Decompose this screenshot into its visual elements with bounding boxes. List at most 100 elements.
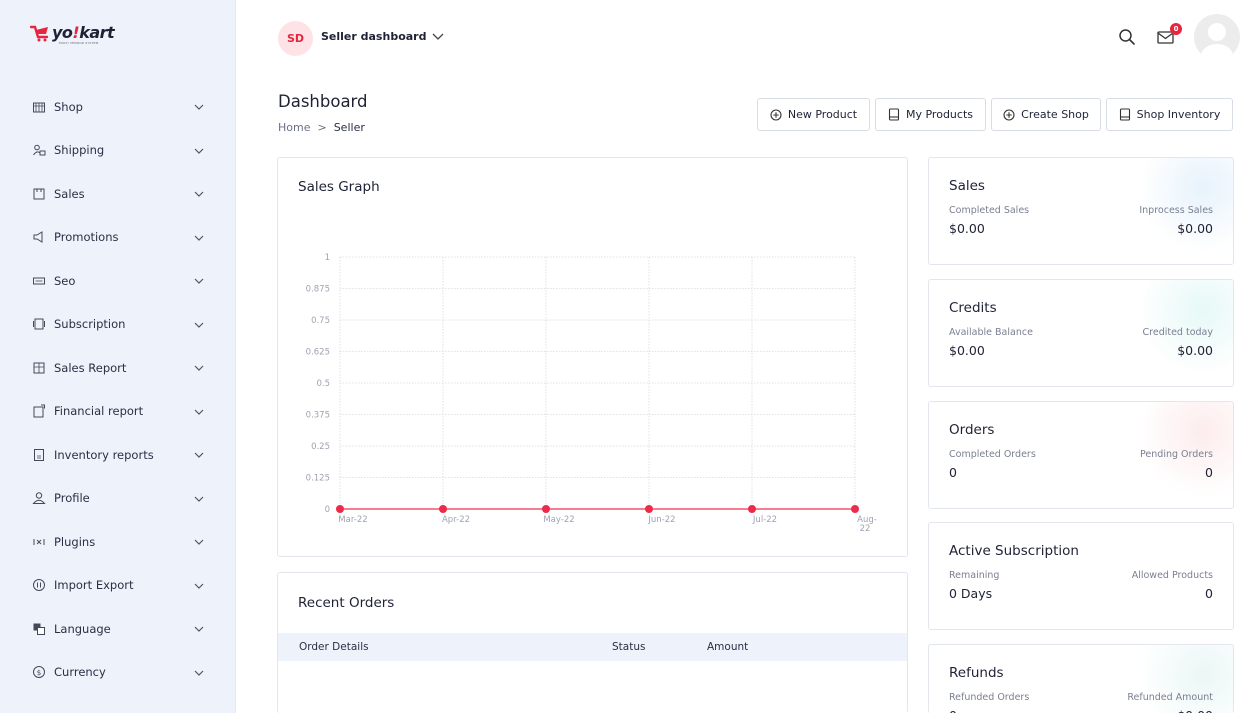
chevron-down-icon[interactable] <box>193 406 205 418</box>
x-tick-label: Apr-22 <box>442 515 470 525</box>
sidebar-item-label: Seo <box>54 273 76 288</box>
active-subscription-left-value: 0 Days <box>949 586 993 601</box>
sidebar: yo!kart MULTI VENDOR SYSTEM Shop Shipping… <box>0 0 236 713</box>
dashboard-switcher[interactable]: Seller dashboard <box>321 30 444 43</box>
plugins-icon <box>32 535 46 549</box>
sidebar-item-shop[interactable]: Shop <box>0 85 236 129</box>
create-shop-label: Create Shop <box>1021 108 1089 121</box>
sidebar-item-subscription[interactable]: Subscription <box>0 303 236 347</box>
sidebar-item-currency[interactable]: $ Currency <box>0 651 236 695</box>
my-products-label: My Products <box>906 108 973 121</box>
data-point <box>542 505 550 513</box>
orders-card: Orders Completed Orders 0 Pending Orders 0 <box>928 401 1234 509</box>
sidebar-item-financial-report[interactable]: Financial report <box>0 390 236 434</box>
messages-button[interactable]: 0 <box>1156 23 1182 46</box>
x-tick-label: May-22 <box>543 515 574 525</box>
create-shop-button[interactable]: Create Shop <box>991 98 1101 131</box>
sidebar-item-plugins[interactable]: Plugins <box>0 520 236 564</box>
sales-left-value: $0.00 <box>949 221 985 236</box>
recent-orders-card: Recent Orders Order Details Status Amoun… <box>277 572 908 713</box>
sales-graph-chart: 1 0.875 0.75 0.625 0.5 0.375 0.25 0.125 0 Mar-22 A… <box>306 253 877 534</box>
credits-left-label: Available Balance <box>949 327 1033 338</box>
chevron-down-icon[interactable] <box>193 667 205 679</box>
sidebar-item-sales-report[interactable]: Sales Report <box>0 346 236 390</box>
breadcrumb-home[interactable]: Home <box>278 121 310 134</box>
breadcrumb-separator: > <box>317 121 327 134</box>
sidebar-item-label: Shop <box>54 99 83 114</box>
chevron-down-icon[interactable] <box>193 623 205 635</box>
top-header: SD Seller dashboard 0 <box>236 0 1249 75</box>
chevron-down-icon[interactable] <box>193 580 205 592</box>
refunds-right-label: Refunded Amount <box>1127 692 1213 703</box>
orders-right-value: 0 <box>1205 465 1213 480</box>
sales-report-icon <box>32 361 46 375</box>
active-subscription-right-value: 0 <box>1205 586 1213 601</box>
sidebar-item-promotions[interactable]: Promotions <box>0 216 236 260</box>
chevron-down-icon[interactable] <box>193 145 205 157</box>
recent-orders-title: Recent Orders <box>298 595 395 611</box>
y-tick-label: 0.75 <box>311 316 330 326</box>
recent-orders-header: Order Details Status Amount <box>278 633 907 661</box>
sidebar-item-label: Sales Report <box>54 360 127 375</box>
megaphone-icon <box>32 230 46 244</box>
x-tick-label: Aug-22 <box>857 515 877 534</box>
data-point <box>748 505 756 513</box>
sales-right-label: Inprocess Sales <box>1139 205 1213 216</box>
chevron-down-icon[interactable] <box>193 101 205 113</box>
sidebar-item-import-export[interactable]: Import Export <box>0 564 236 608</box>
new-product-label: New Product <box>787 108 858 121</box>
chevron-down-icon[interactable] <box>193 536 205 548</box>
active-subscription-card: Active Subscription Remaining 0 Days Allowe… <box>928 522 1234 630</box>
sidebar-item-language[interactable]: Language <box>0 607 236 651</box>
column-amount: Amount <box>707 641 749 653</box>
sidebar-item-seo[interactable]: Seo <box>0 259 236 303</box>
refunds-left-value: 0 <box>949 708 957 713</box>
user-avatar[interactable] <box>1194 14 1240 60</box>
search-icon[interactable] <box>1118 28 1136 46</box>
seller-avatar[interactable]: SD <box>278 21 313 56</box>
data-point <box>645 505 653 513</box>
chevron-down-icon[interactable] <box>193 493 205 505</box>
sidebar-item-shipping[interactable]: Shipping <box>0 129 236 173</box>
y-tick-label: 0.375 <box>306 411 330 421</box>
logo-tagline: MULTI VENDOR SYSTEM <box>59 41 99 45</box>
new-product-button[interactable]: New Product <box>757 98 870 131</box>
y-tick-label: 0.875 <box>306 285 330 295</box>
sidebar-item-inventory-reports[interactable]: Inventory reports <box>0 433 236 477</box>
subscription-icon <box>32 317 46 331</box>
sidebar-item-label: Currency <box>54 665 106 680</box>
chevron-down-icon[interactable] <box>193 449 205 461</box>
sidebar-item-sales[interactable]: Sales <box>0 172 236 216</box>
sidebar-item-label: Shipping <box>54 143 105 158</box>
my-products-button[interactable]: My Products <box>875 98 986 131</box>
credits-left-value: $0.00 <box>949 343 985 358</box>
financial-report-icon <box>32 404 46 418</box>
column-status: Status <box>612 641 646 653</box>
orders-title: Orders <box>949 422 995 438</box>
chevron-down-icon[interactable] <box>193 362 205 374</box>
y-tick-label: 0.25 <box>311 442 330 452</box>
chevron-down-icon[interactable] <box>193 275 205 287</box>
shop-inventory-button[interactable]: Shop Inventory <box>1106 98 1233 131</box>
chevron-down-icon[interactable] <box>193 188 205 200</box>
chevron-down-icon[interactable] <box>193 232 205 244</box>
data-point <box>851 505 859 513</box>
y-tick-label: 0.125 <box>306 474 330 484</box>
data-point <box>336 505 344 513</box>
y-tick-label: 1 <box>325 253 330 263</box>
document-icon <box>888 108 900 121</box>
sales-icon <box>32 187 46 201</box>
sales-card: Sales Completed Sales $0.00 Inprocess Sales… <box>928 157 1234 265</box>
column-order-details: Order Details <box>299 641 369 653</box>
orders-left-value: 0 <box>949 465 957 480</box>
refunds-card: Refunds Refunded Orders 0 Refunded Amount $0… <box>928 644 1234 713</box>
chevron-down-icon[interactable] <box>193 319 205 331</box>
credits-right-value: $0.00 <box>1177 343 1213 358</box>
dashboard-switcher-label: Seller dashboard <box>321 30 427 43</box>
sidebar-item-profile[interactable]: Profile <box>0 477 236 521</box>
currency-icon: $ <box>32 665 46 679</box>
x-tick-label: Mar-22 <box>338 515 367 525</box>
x-tick-label: Jul-22 <box>752 515 777 525</box>
yokart-logo[interactable]: yo!kart MULTI VENDOR SYSTEM <box>30 24 115 45</box>
sidebar-item-label: Language <box>54 621 111 636</box>
